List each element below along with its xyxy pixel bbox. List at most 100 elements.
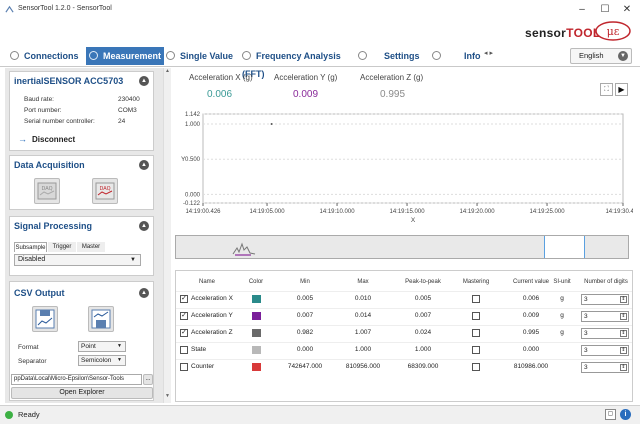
disconnect-link[interactable]: Disconnect <box>32 135 75 144</box>
micro-epsilon-logo: μɛ <box>594 21 632 43</box>
collapse-icon[interactable]: ▲ <box>139 160 149 170</box>
x-tick-label: 14:19:30.426 <box>605 209 633 215</box>
format-select[interactable]: Point ▼ <box>78 341 126 352</box>
arrow-right-icon: → <box>18 134 27 144</box>
overview-selection[interactable] <box>544 236 585 258</box>
collapse-icon[interactable]: ▲ <box>139 76 149 86</box>
tab-info-label: Info <box>464 51 481 61</box>
tab-scroll-arrows[interactable]: ◂ ▸ <box>484 49 493 57</box>
digits-value: 3 <box>584 330 588 337</box>
digits-spinner[interactable]: 3 ⇕ <box>581 294 629 305</box>
tab-connections[interactable]: Connections <box>10 47 86 65</box>
tab-subsample[interactable]: Subsample <box>14 242 47 252</box>
channel-color-swatch[interactable] <box>252 295 261 303</box>
csv-path-input[interactable]: ppData\Local\Micro-Epsilon\Sensor-Tools <box>11 374 142 385</box>
mastering-checkbox[interactable] <box>472 312 480 320</box>
tab-measurement[interactable]: Measurement <box>86 47 164 65</box>
spinner-arrows-icon[interactable]: ⇕ <box>620 364 627 371</box>
svg-text:μɛ: μɛ <box>607 25 620 38</box>
close-button[interactable]: ✕ <box>620 3 634 17</box>
collapse-icon[interactable]: ▲ <box>139 288 149 298</box>
channel-color-swatch[interactable] <box>252 312 261 320</box>
daq-start-button[interactable]: DAQ <box>34 178 60 204</box>
channel-min: 0.982 <box>296 329 314 336</box>
channel-checkbox[interactable]: ✓ <box>180 312 188 320</box>
tab-trigger[interactable]: Trigger <box>48 242 76 252</box>
scroll-up-icon[interactable]: ▲ <box>165 68 170 74</box>
col-digits: Number of digits <box>584 279 628 285</box>
left-panel-scrollbar[interactable]: ▲ ▼ <box>163 68 171 403</box>
x-tick-label: 14:19:25.000 <box>530 209 566 215</box>
status-indicator-icon <box>5 411 13 419</box>
separator-select[interactable]: Semicolon ▼ <box>78 355 126 366</box>
spinner-arrows-icon[interactable]: ⇕ <box>620 347 627 354</box>
x-tick-label: 14:19:20.000 <box>460 209 496 215</box>
csv-save-button[interactable] <box>88 306 114 332</box>
acc-z-unit: (g) <box>413 73 424 82</box>
channel-color-swatch[interactable] <box>252 346 261 354</box>
csv-export-button[interactable] <box>32 306 58 332</box>
daq-record-button[interactable]: DAQ <box>92 178 118 204</box>
subsample-select[interactable]: Disabled ▼ <box>14 254 141 266</box>
sensor-title: inertialSENSOR ACC5703 <box>14 76 124 86</box>
tab-fft[interactable]: Frequency Analysis (FFT) <box>242 47 358 79</box>
x-tick-label: 14:19:05.000 <box>250 209 286 215</box>
spinner-arrows-icon[interactable]: ⇕ <box>620 296 627 303</box>
digits-spinner[interactable]: 3 ⇕ <box>581 328 629 339</box>
channel-checkbox[interactable] <box>180 346 188 354</box>
col-name: Name <box>198 279 215 285</box>
col-color: Color <box>248 279 264 285</box>
y-tick-label: 0.500 <box>185 157 201 163</box>
acc-x-value: 0.006 <box>207 89 233 100</box>
spinner-arrows-icon[interactable]: ⇕ <box>620 313 627 320</box>
tab-master[interactable]: Master <box>77 242 105 252</box>
y-axis-label: Y <box>181 156 186 163</box>
maximize-button[interactable]: ☐ <box>598 3 612 17</box>
baud-rate-label: Baud rate: <box>24 96 54 103</box>
mastering-checkbox[interactable] <box>472 295 480 303</box>
tab-settings[interactable]: Settings <box>358 47 430 65</box>
svg-text:DAQ: DAQ <box>99 186 110 192</box>
digits-spinner[interactable]: 3 ⇕ <box>581 362 629 373</box>
format-value: Point <box>81 343 96 350</box>
data-acquisition-title: Data Acquisition <box>14 160 85 170</box>
channel-checkbox[interactable] <box>180 363 188 371</box>
browse-button[interactable]: ... <box>143 374 153 385</box>
col-max: Max <box>357 279 369 285</box>
mastering-checkbox[interactable] <box>472 346 480 354</box>
channel-peak-to-peak: 0.005 <box>414 295 432 302</box>
tab-connections-icon <box>10 51 19 60</box>
channel-peak-to-peak: 1.000 <box>414 346 432 353</box>
collapse-icon[interactable]: ▲ <box>139 221 149 231</box>
channel-color-swatch[interactable] <box>252 329 261 337</box>
channel-min: 0.007 <box>296 312 314 319</box>
open-explorer-button[interactable]: Open Explorer <box>11 387 153 399</box>
col-min: Min <box>300 279 310 285</box>
chart-overview[interactable] <box>175 235 629 259</box>
tab-settings-label: Settings <box>384 51 420 61</box>
minimize-button[interactable]: – <box>575 3 589 17</box>
channel-color-swatch[interactable] <box>252 363 261 371</box>
window-layout-icon[interactable]: ▢ <box>605 409 616 420</box>
channel-checkbox[interactable]: ✓ <box>180 329 188 337</box>
mastering-checkbox[interactable] <box>472 329 480 337</box>
col-peak-to-peak: Peak-to-peak <box>405 279 441 285</box>
floppy-chart-icon <box>35 309 55 329</box>
channel-name: State <box>191 346 207 353</box>
digits-spinner[interactable]: 3 ⇕ <box>581 311 629 322</box>
acc-y-value: 0.009 <box>293 89 319 100</box>
digits-spinner[interactable]: 3 ⇕ <box>581 345 629 356</box>
spinner-arrows-icon[interactable]: ⇕ <box>620 330 627 337</box>
channel-checkbox[interactable]: ✓ <box>180 295 188 303</box>
language-select[interactable]: English ▼ <box>570 48 632 64</box>
tab-info[interactable]: Info <box>432 47 482 65</box>
digits-value: 3 <box>584 296 588 303</box>
digits-value: 3 <box>584 347 588 354</box>
tab-info-icon <box>432 51 441 60</box>
scroll-down-icon[interactable]: ▼ <box>165 393 170 399</box>
tab-single-value[interactable]: Single Value <box>166 47 244 65</box>
mastering-checkbox[interactable] <box>472 363 480 371</box>
play-icon[interactable]: ▶ <box>615 83 628 96</box>
info-icon[interactable]: i <box>620 409 631 420</box>
fullscreen-icon[interactable]: ⛶ <box>600 83 613 96</box>
